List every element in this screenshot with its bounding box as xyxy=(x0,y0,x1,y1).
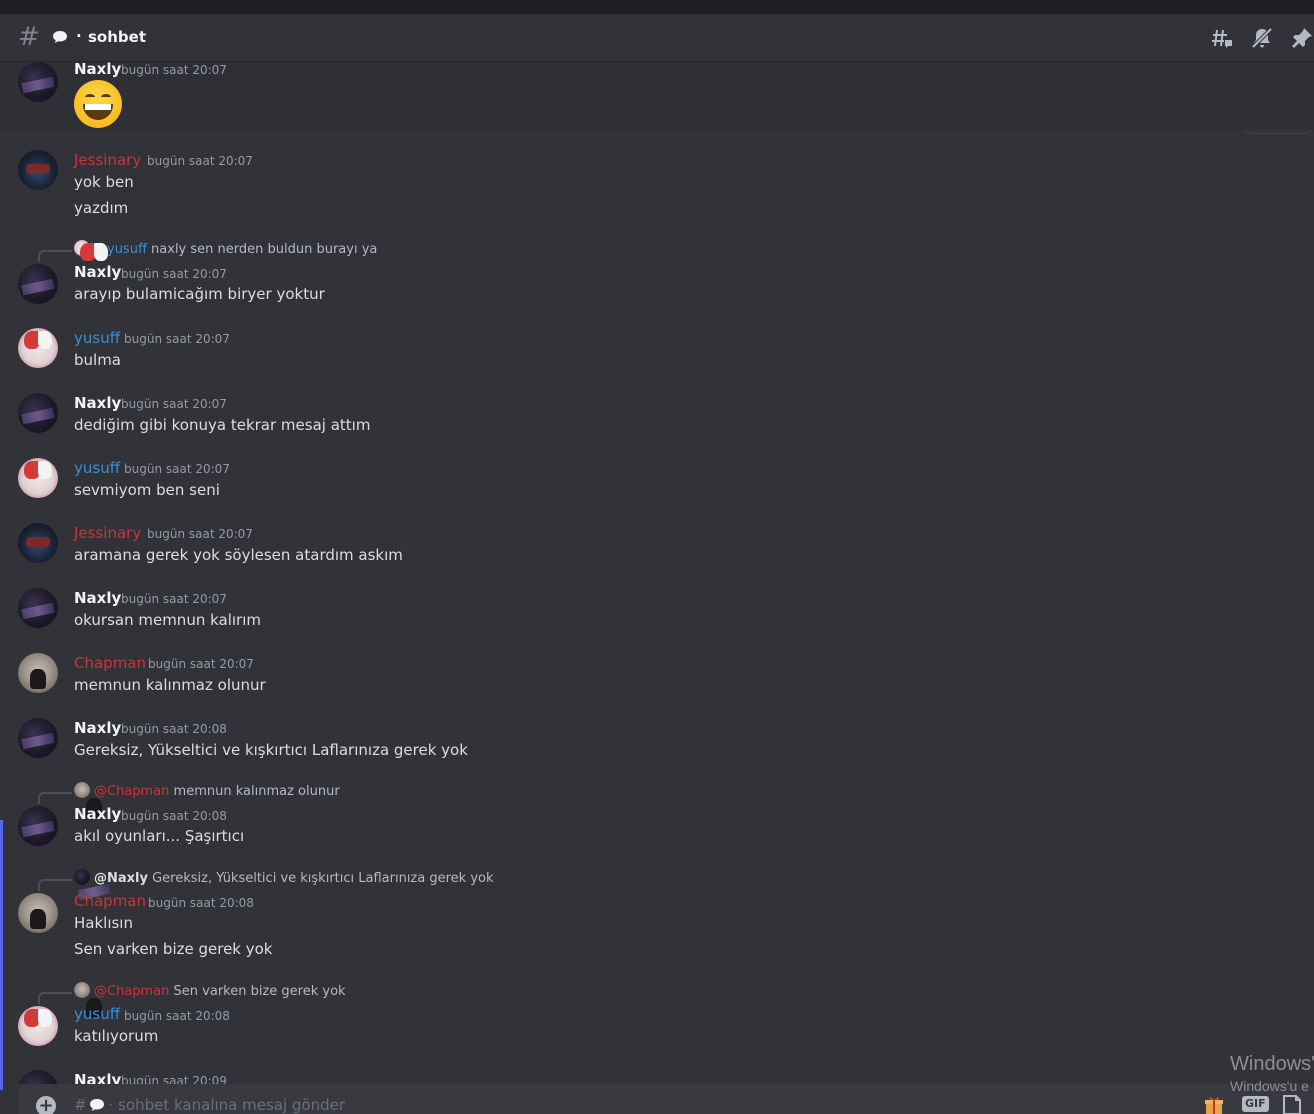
timestamp: bugün saat 20:07 xyxy=(121,267,227,281)
reply-avatar xyxy=(74,982,102,1018)
reply-spine xyxy=(38,250,72,262)
hash-icon: # xyxy=(74,1096,87,1114)
reply-text: Gereksiz, Yükseltici ve kışkırtıcı Lafla… xyxy=(152,871,494,886)
avatar[interactable] xyxy=(18,718,58,758)
reply-text: naxly sen nerden buldun burayı ya xyxy=(151,242,378,257)
avatar[interactable] xyxy=(18,62,58,102)
author-name[interactable]: yusuff xyxy=(74,329,120,347)
timestamp: bugün saat 20:08 xyxy=(121,722,227,736)
avatar[interactable] xyxy=(18,588,58,628)
avatar[interactable] xyxy=(18,393,58,433)
reply-mention[interactable]: @Naxly xyxy=(94,871,148,886)
author-name[interactable]: Naxly xyxy=(74,62,121,78)
reply-preview[interactable]: @Naxly Gereksiz, Yükseltici ve kışkırtıc… xyxy=(74,869,494,886)
message-text: memnun kalınmaz olunur xyxy=(74,676,266,694)
message-text: katılıyorum xyxy=(74,1027,159,1045)
message-text: Haklısın xyxy=(74,914,133,932)
activation-watermark-text: Windows'u e xyxy=(1230,1078,1309,1094)
timestamp: bugün saat 20:07 xyxy=(147,154,253,168)
reply-avatar xyxy=(74,869,90,885)
author-name[interactable]: Jessinary xyxy=(74,524,141,542)
message-text: Sen varken bize gerek yok xyxy=(74,940,273,958)
gif-button[interactable]: GIF xyxy=(1242,1096,1269,1112)
message-text: dediğim gibi konuya tekrar mesaj attım xyxy=(74,416,371,434)
speech-bubble-icon xyxy=(53,31,67,43)
reply-text: memnun kalınmaz olunur xyxy=(173,784,340,799)
reply-avatar xyxy=(74,240,108,261)
grinning-face-emoji-icon xyxy=(74,80,122,128)
channel-header: # · sohbet xyxy=(0,14,1314,62)
author-name[interactable]: yusuff xyxy=(74,459,120,477)
timestamp: bugün saat 20:08 xyxy=(121,809,227,823)
avatar[interactable] xyxy=(18,1006,58,1046)
timestamp: bugün saat 20:07 xyxy=(147,527,253,541)
message-text: yazdım xyxy=(74,199,129,217)
author-name[interactable]: Naxly xyxy=(74,1071,121,1084)
avatar[interactable] xyxy=(18,653,58,693)
reply-preview[interactable]: @Chapman Sen varken bize gerek yok xyxy=(74,982,346,1018)
avatar[interactable] xyxy=(18,806,58,846)
text-channel-hash-icon: # xyxy=(18,22,40,52)
message-feed[interactable]: Naxly bugün saat 20:07 Jessinary bugün s… xyxy=(0,62,1314,1084)
reply-avatar xyxy=(74,782,102,818)
message-text: okursan memnun kalırım xyxy=(74,611,261,629)
author-name[interactable]: Naxly xyxy=(74,805,121,823)
timestamp: bugün saat 20:08 xyxy=(148,896,254,910)
add-attachment-button[interactable]: + xyxy=(36,1096,56,1114)
message-text: akıl oyunları... Şaşırtıcı xyxy=(74,827,245,845)
author-name[interactable]: Jessinary xyxy=(74,151,141,169)
avatar[interactable] xyxy=(18,150,58,190)
author-name[interactable]: Naxly xyxy=(74,263,121,281)
message-text: sevmiyom ben seni xyxy=(74,481,220,499)
speech-bubble-icon xyxy=(89,1099,104,1111)
avatar[interactable] xyxy=(18,458,58,498)
reply-spine xyxy=(38,792,72,804)
author-name[interactable]: Chapman xyxy=(74,654,146,672)
avatar[interactable] xyxy=(18,1070,58,1084)
unread-indicator-bar xyxy=(0,820,3,1090)
timestamp: bugün saat 20:07 xyxy=(121,397,227,411)
timestamp: bugün saat 20:09 xyxy=(121,1074,227,1084)
timestamp: bugün saat 20:07 xyxy=(121,592,227,606)
reply-preview[interactable]: @yusuff naxly sen nerden buldun burayı y… xyxy=(74,240,378,261)
activation-watermark-title: Windows' xyxy=(1230,1053,1314,1075)
timestamp: bugün saat 20:07 xyxy=(124,462,230,476)
avatar[interactable] xyxy=(18,893,58,933)
reply-spine xyxy=(38,879,72,891)
message-input-placeholder[interactable]: # · sohbet kanalına mesaj gönder xyxy=(74,1096,345,1114)
message-text: Gereksiz, Yükseltici ve kışkırtıcı Lafla… xyxy=(74,741,468,759)
message-text: arayıp bulamicağım biryer yoktur xyxy=(74,285,325,303)
message-text: aramana gerek yok söylesen atardım askım xyxy=(74,546,403,564)
sticker-icon[interactable] xyxy=(1282,1094,1302,1114)
message-composer[interactable]: + # · sohbet kanalına mesaj gönder GIF xyxy=(18,1084,1314,1114)
author-name[interactable]: Naxly xyxy=(74,719,121,737)
avatar[interactable] xyxy=(18,264,58,304)
timestamp: bugün saat 20:07 xyxy=(148,657,254,671)
timestamp: bugün saat 20:08 xyxy=(124,1009,230,1023)
message-text: yok ben xyxy=(74,173,134,191)
message-text: bulma xyxy=(74,351,121,369)
reply-mention[interactable]: @Chapman xyxy=(94,984,169,999)
reply-preview[interactable]: @Chapman memnun kalınmaz olunur xyxy=(74,782,340,818)
timestamp: bugün saat 20:07 xyxy=(121,63,227,77)
reply-mention[interactable]: @Chapman xyxy=(94,784,169,799)
gift-icon[interactable] xyxy=(1204,1094,1224,1114)
avatar[interactable] xyxy=(18,523,58,563)
pin-icon[interactable] xyxy=(1290,26,1314,50)
timestamp: bugün saat 20:07 xyxy=(124,332,230,346)
window-top-strip xyxy=(0,0,1314,14)
author-name[interactable]: Chapman xyxy=(74,892,146,910)
threads-icon[interactable] xyxy=(1210,26,1234,50)
channel-name: sohbet xyxy=(88,28,146,46)
placeholder-text: · sohbet kanalına mesaj gönder xyxy=(108,1096,346,1114)
reply-spine xyxy=(38,992,72,1004)
reply-text: Sen varken bize gerek yok xyxy=(173,984,346,999)
author-name[interactable]: yusuff xyxy=(74,1005,120,1023)
mute-bell-icon[interactable] xyxy=(1250,26,1274,50)
channel-separator: · xyxy=(76,27,82,45)
avatar[interactable] xyxy=(18,328,58,368)
author-name[interactable]: Naxly xyxy=(74,394,121,412)
author-name[interactable]: Naxly xyxy=(74,589,121,607)
